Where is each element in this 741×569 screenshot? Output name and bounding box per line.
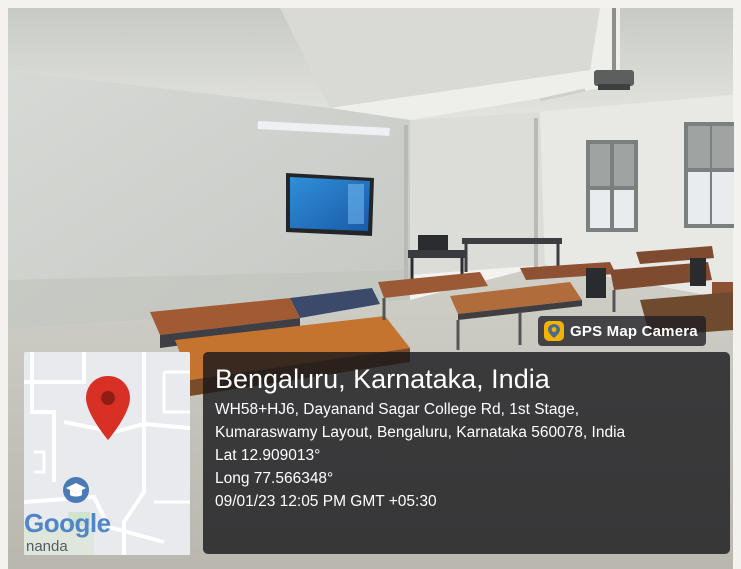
address-line-1: WH58+HJ6, Dayanand Sagar College Rd, 1st… bbox=[215, 401, 580, 418]
location-info-panel: Bengaluru, Karnataka, India WH58+HJ6, Da… bbox=[203, 352, 730, 554]
latitude: Lat 12.909013° bbox=[215, 447, 321, 464]
google-logo: Google bbox=[24, 508, 111, 538]
gps-map-camera-logo-icon bbox=[544, 321, 564, 341]
map-place-label: nanda bbox=[26, 538, 68, 555]
address-line-2: Kumaraswamy Layout, Bengaluru, Karnataka… bbox=[215, 424, 626, 441]
classroom-photo: Google nanda GPS Map Camera Bengaluru, K… bbox=[0, 0, 741, 569]
graduation-cap-icon bbox=[63, 477, 89, 503]
map-pin-icon bbox=[86, 376, 130, 440]
map-thumbnail[interactable]: Google nanda bbox=[24, 352, 190, 555]
app-name: GPS Map Camera bbox=[570, 322, 698, 340]
longitude: Long 77.566348° bbox=[215, 470, 334, 487]
timestamp: 09/01/23 12:05 PM GMT +05:30 bbox=[215, 493, 437, 510]
place-title: Bengaluru, Karnataka, India bbox=[215, 364, 550, 394]
gps-map-camera-badge: GPS Map Camera bbox=[538, 316, 706, 346]
